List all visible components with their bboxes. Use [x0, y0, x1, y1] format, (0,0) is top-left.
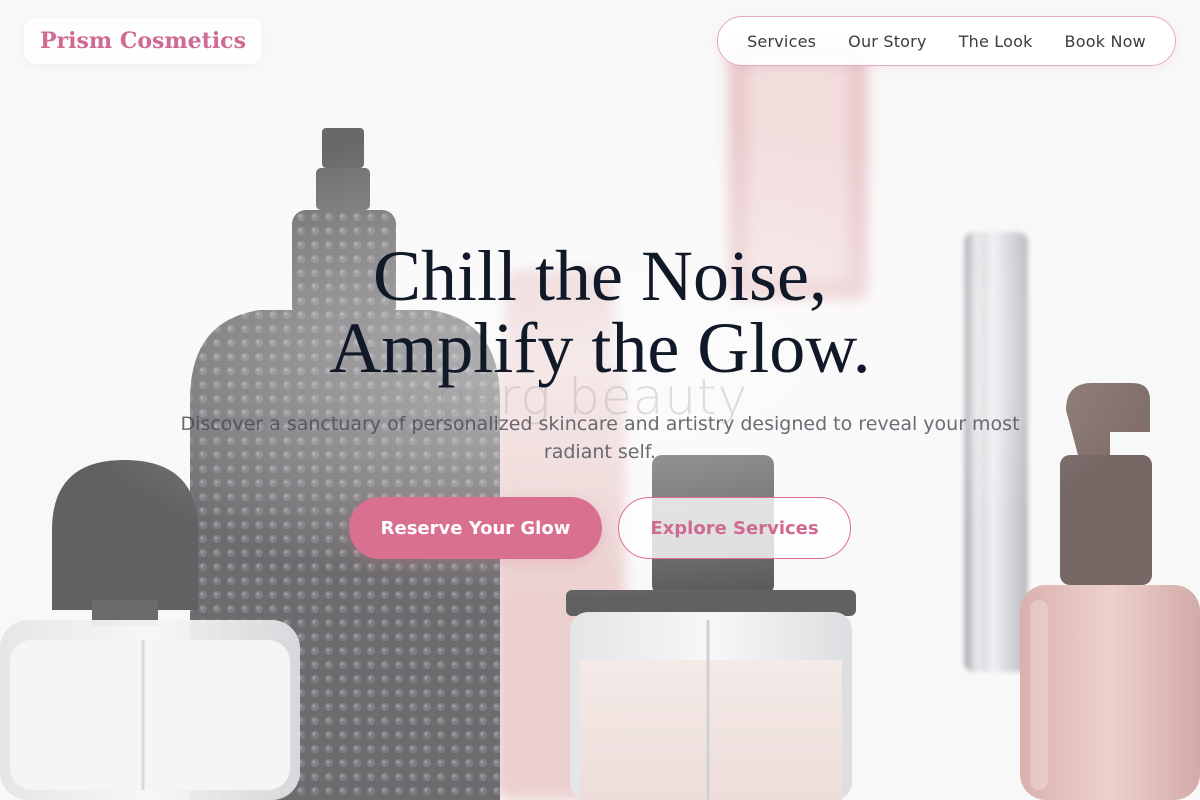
hero-title-line-2: Amplify the Glow.: [329, 308, 871, 388]
explore-services-button[interactable]: Explore Services: [618, 497, 851, 559]
reserve-glow-button[interactable]: Reserve Your Glow: [349, 497, 602, 559]
nav-item-services[interactable]: Services: [747, 32, 816, 51]
landing-page: iceberg beauty Prism Cosmetics Services …: [0, 0, 1200, 800]
nav-item-book-now[interactable]: Book Now: [1065, 32, 1146, 51]
hero-title-line-1: Chill the Noise,: [373, 236, 827, 316]
main-nav: Services Our Story The Look Book Now: [717, 16, 1176, 66]
nav-item-the-look[interactable]: The Look: [959, 32, 1033, 51]
brand-logo-link[interactable]: Prism Cosmetics: [24, 18, 262, 64]
nav-item-our-story[interactable]: Our Story: [848, 32, 926, 51]
hero-subtitle: Discover a sanctuary of personalized ski…: [180, 413, 1020, 463]
hero-title: Chill the Noise, Amplify the Glow.: [150, 240, 1050, 384]
